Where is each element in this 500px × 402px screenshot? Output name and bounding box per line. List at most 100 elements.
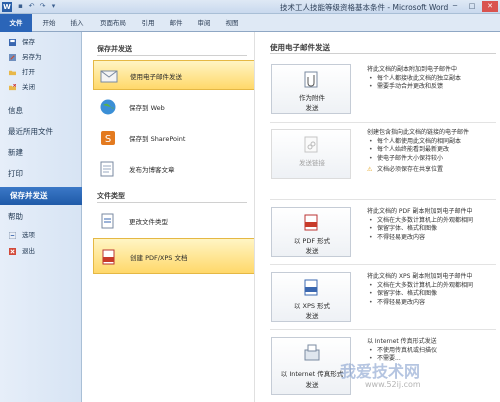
tab-review[interactable]: 审阅 <box>195 17 213 29</box>
close-button[interactable]: ✕ <box>482 1 498 12</box>
sidebar-item-save-as[interactable]: 另存为 <box>0 51 82 64</box>
option-label: 创建 PDF/XPS 文档 <box>130 254 188 262</box>
section-heading-file-type: 文件类型 <box>97 192 125 200</box>
blog-icon <box>100 161 114 177</box>
pdf-xps-icon <box>102 249 115 265</box>
option-heading: 将此文档的副本附加到电子邮件中 <box>367 66 458 73</box>
option-bullet: 不使用传真机或扫描仪 <box>367 347 500 356</box>
option-heading: 创建包含指向此文档的链接的电子邮件 <box>367 129 470 136</box>
sidebar-item-label: 关闭 <box>22 83 35 91</box>
tab-page-layout[interactable]: 页面布局 <box>96 17 130 29</box>
change-type-icon <box>101 213 114 229</box>
send-as-xps-button[interactable]: 以 XPS 形式 发送 <box>271 272 351 322</box>
sidebar-item-label: 另存为 <box>22 53 42 61</box>
link-icon <box>304 136 318 153</box>
sidebar-item-label: 保存 <box>22 38 35 46</box>
option-label: 保存到 SharePoint <box>129 135 186 143</box>
email-icon <box>100 70 118 83</box>
option-separator <box>270 199 496 200</box>
publish-blog-option[interactable]: 发布为博客文章 <box>93 154 255 184</box>
option-description: 将此文档的 PDF 副本附加到电子邮件中 文档在大多数计算机上的外观都相同 保留… <box>367 208 500 242</box>
create-pdf-xps-option[interactable]: 创建 PDF/XPS 文档 <box>93 238 255 274</box>
panel-divider <box>270 53 496 54</box>
fax-icon <box>304 344 320 361</box>
web-globe-icon <box>100 99 116 115</box>
sidebar-item-label: 打开 <box>22 68 35 76</box>
button-label-line1: 以 XPS 形式 <box>293 302 331 310</box>
send-as-pdf-button[interactable]: 以 PDF 形式 发送 <box>271 207 351 257</box>
undo-icon[interactable]: ↶ <box>27 2 36 11</box>
button-label-line1: 发送链接 <box>299 159 325 167</box>
tab-mailings[interactable]: 邮件 <box>167 17 185 29</box>
sidebar-item-label: 退出 <box>22 247 35 255</box>
email-send-panel: 使用电子邮件发送 作为附件 发送 将此文档的副本附加到电子邮件中 每个人都接收此… <box>254 32 500 402</box>
sidebar-item-close[interactable]: 关闭 <box>0 81 82 94</box>
tab-file[interactable]: 文件 <box>0 14 32 32</box>
options-icon <box>9 232 16 239</box>
sidebar-item-new[interactable]: 新建 <box>8 144 82 162</box>
option-label: 保存到 Web <box>129 104 165 112</box>
warning-text: 文档必须保存在共享位置 <box>367 166 500 175</box>
save-icon[interactable]: ▪ <box>16 2 25 11</box>
sidebar-item-save-send[interactable]: 保存并发送 <box>0 187 82 205</box>
option-bullet: 文档在大多数计算机上的外观都相同 <box>367 217 500 226</box>
option-description: 将此文档的副本附加到电子邮件中 每个人都接收此文档的独立副本 需要手动合并更改和… <box>367 66 500 92</box>
tab-insert[interactable]: 插入 <box>68 17 86 29</box>
button-label-line2: 发送 <box>305 247 319 255</box>
save-send-options: 保存并发送 使用电子邮件发送 保存到 Web S 保存到 SharePoint … <box>83 32 255 402</box>
backstage-sidebar: 保存 另存为 打开 关闭 信息 最近所用文件 新建 打印 保存并发送 帮助 选项… <box>0 32 82 402</box>
option-bullet: 文档在大多数计算机上的外观都相同 <box>367 282 500 291</box>
attachment-icon <box>304 71 318 88</box>
option-heading: 以 Internet 传真形式发送 <box>367 338 437 345</box>
option-label: 使用电子邮件发送 <box>130 73 182 81</box>
sharepoint-icon: S <box>101 131 115 145</box>
option-bullet: 需要手动合并更改和反馈 <box>367 83 500 92</box>
send-as-attachment-button[interactable]: 作为附件 发送 <box>271 64 351 114</box>
site-watermark: 我爱技术网 www.52ij.com <box>330 358 500 402</box>
button-label-line2: 发送 <box>305 312 319 320</box>
option-heading: 将此文档的 XPS 副本附加到电子邮件中 <box>367 273 473 280</box>
save-to-sharepoint-option[interactable]: S 保存到 SharePoint <box>93 123 255 153</box>
title-bar: W ▪ ↶ ↷ ▾ 技术工人技能等级资格基本条件 - Microsoft Wor… <box>0 0 500 14</box>
sidebar-item-options[interactable]: 选项 <box>0 229 82 242</box>
option-label: 更改文件类型 <box>129 218 168 226</box>
tab-references[interactable]: 引用 <box>139 17 157 29</box>
sidebar-item-exit[interactable]: 退出 <box>0 245 82 258</box>
sidebar-item-recent[interactable]: 最近所用文件 <box>8 123 82 141</box>
sidebar-item-print[interactable]: 打印 <box>8 165 82 183</box>
sidebar-item-info[interactable]: 信息 <box>8 102 82 120</box>
watermark-text: 我爱技术网 <box>340 362 421 381</box>
option-bullet: 不得轻易更改内容 <box>367 234 500 243</box>
button-label-line1: 以 PDF 形式 <box>293 237 331 245</box>
button-label-line2: 发送 <box>305 104 319 112</box>
option-label: 发布为博客文章 <box>129 166 175 174</box>
sidebar-item-help[interactable]: 帮助 <box>8 208 82 226</box>
option-bullet: 使电子邮件大小保持较小 <box>367 155 500 164</box>
option-heading: 将此文档的 PDF 副本附加到电子邮件中 <box>367 208 473 215</box>
change-file-type-option[interactable]: 更改文件类型 <box>93 206 255 236</box>
svg-text:S: S <box>105 134 111 145</box>
minimize-button[interactable]: ─ <box>447 1 463 12</box>
folder-open-icon <box>9 70 16 76</box>
send-email-option[interactable]: 使用电子邮件发送 <box>93 60 255 90</box>
send-link-button[interactable]: 发送链接 <box>271 129 351 179</box>
exit-icon <box>9 248 16 255</box>
sidebar-item-save[interactable]: 保存 <box>0 36 82 49</box>
panel-title: 使用电子邮件发送 <box>270 43 330 52</box>
section-heading-send: 保存并发送 <box>97 45 132 53</box>
sidebar-item-open[interactable]: 打开 <box>0 66 82 79</box>
tab-home[interactable]: 开始 <box>40 17 58 29</box>
option-separator <box>270 122 496 123</box>
save-icon <box>9 39 16 46</box>
button-label-line1: 作为附件 <box>299 94 325 102</box>
word-app-icon[interactable]: W <box>2 2 12 12</box>
redo-icon[interactable]: ↷ <box>38 2 47 11</box>
customize-icon[interactable]: ▾ <box>49 2 58 11</box>
sidebar-item-label: 选项 <box>22 231 35 239</box>
section-divider <box>97 202 247 203</box>
ribbon-tabs: 文件 开始 插入 页面布局 引用 邮件 审阅 视图 <box>0 14 500 32</box>
save-to-web-option[interactable]: 保存到 Web <box>93 92 255 122</box>
tab-view[interactable]: 视图 <box>223 17 241 29</box>
option-bullet: 保留字体、格式和图像 <box>367 290 500 299</box>
maximize-button[interactable]: □ <box>464 1 480 12</box>
